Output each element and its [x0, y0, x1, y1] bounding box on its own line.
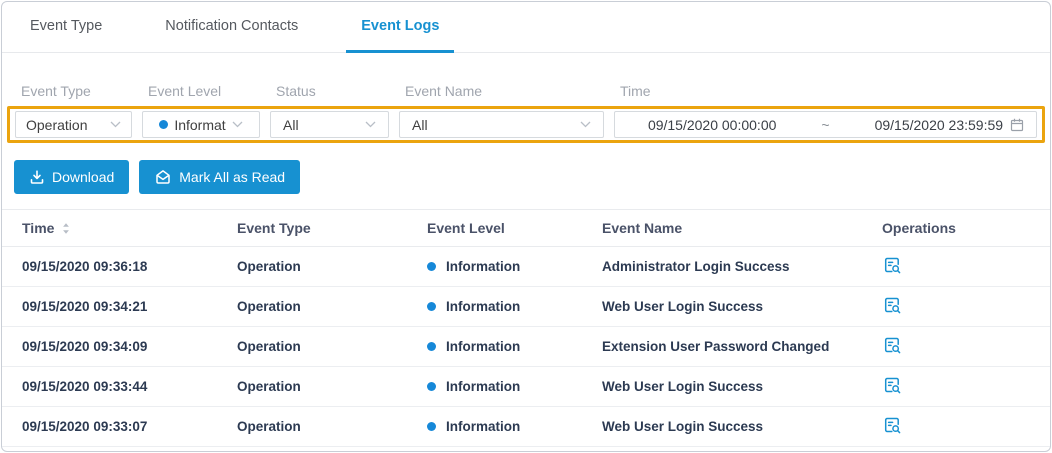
row-event-name: Administrator Login Success	[602, 259, 790, 274]
row-event-type: Operation	[237, 419, 301, 434]
chevron-down-icon	[365, 121, 376, 128]
table-row: 09/15/2020 09:33:44 Operation Informatio…	[2, 367, 1050, 407]
time-range-picker[interactable]: 09/15/2020 00:00:00 ~ 09/15/2020 23:59:5…	[614, 111, 1037, 138]
row-event-type: Operation	[237, 339, 301, 354]
row-time: 09/15/2020 09:33:07	[22, 419, 147, 434]
chevron-down-icon	[110, 121, 121, 128]
event-log-table: Time Event Type Event Level Event Name O…	[2, 209, 1050, 447]
view-log-details-icon[interactable]	[882, 295, 902, 315]
filter-label-status: Status	[270, 83, 399, 99]
info-level-dot-icon	[159, 120, 168, 129]
column-header-event-level: Event Level	[427, 210, 602, 247]
row-time: 09/15/2020 09:36:18	[22, 259, 147, 274]
status-value: All	[283, 117, 299, 133]
table-row: 09/15/2020 09:34:09 Operation Informatio…	[2, 327, 1050, 367]
row-event-name: Extension User Password Changed	[602, 339, 829, 354]
chevron-down-icon	[580, 121, 591, 128]
table-row: 09/15/2020 09:36:18 Operation Informatio…	[2, 247, 1050, 287]
info-level-dot-icon	[427, 342, 436, 351]
row-event-type: Operation	[237, 259, 301, 274]
column-header-event-type: Event Type	[237, 210, 427, 247]
event-name-value: All	[412, 117, 428, 133]
column-header-operations: Operations	[882, 210, 1050, 247]
event-name-select[interactable]: All	[399, 111, 604, 138]
info-level-dot-icon	[427, 302, 436, 311]
tab-event-logs[interactable]: Event Logs	[346, 2, 454, 53]
time-range-separator: ~	[821, 117, 829, 133]
tab-bar: Event Type Notification Contacts Event L…	[2, 2, 1050, 53]
row-event-name: Web User Login Success	[602, 379, 763, 394]
calendar-icon	[1009, 117, 1025, 133]
view-log-details-icon[interactable]	[882, 375, 902, 395]
event-type-select[interactable]: Operation	[15, 111, 132, 138]
event-logs-page: Event Type Notification Contacts Event L…	[1, 1, 1051, 452]
row-time: 09/15/2020 09:34:21	[22, 299, 147, 314]
row-event-name: Web User Login Success	[602, 419, 763, 434]
info-level-dot-icon	[427, 382, 436, 391]
row-event-level: Information	[446, 339, 520, 354]
filter-row-highlight: Operation Informat All All 09/15/2020	[7, 106, 1045, 143]
download-icon	[29, 169, 45, 185]
row-event-type: Operation	[237, 379, 301, 394]
event-level-select[interactable]: Informat	[142, 111, 260, 138]
row-event-level: Information	[446, 259, 520, 274]
mail-open-icon	[154, 168, 172, 186]
row-event-level: Information	[446, 299, 520, 314]
download-button[interactable]: Download	[14, 160, 129, 194]
filter-label-time: Time	[614, 83, 651, 99]
row-event-type: Operation	[237, 299, 301, 314]
table-row: 09/15/2020 09:33:07 Operation Informatio…	[2, 407, 1050, 447]
column-header-event-name: Event Name	[602, 210, 882, 247]
filter-label-event-name: Event Name	[399, 83, 614, 99]
row-event-level: Information	[446, 419, 520, 434]
filter-labels-row: Event Type Event Level Status Event Name…	[15, 83, 1050, 99]
table-header-row: Time Event Type Event Level Event Name O…	[2, 210, 1050, 247]
view-log-details-icon[interactable]	[882, 415, 902, 435]
info-level-dot-icon	[427, 422, 436, 431]
time-range-end: 09/15/2020 23:59:59	[875, 117, 1003, 133]
time-range-start: 09/15/2020 00:00:00	[648, 117, 776, 133]
column-header-time[interactable]: Time	[22, 220, 54, 236]
filter-label-event-type: Event Type	[15, 83, 142, 99]
event-level-value: Informat	[174, 117, 225, 133]
info-level-dot-icon	[427, 262, 436, 271]
mark-all-read-button[interactable]: Mark All as Read	[139, 160, 300, 194]
mark-all-read-label: Mark All as Read	[179, 169, 285, 185]
view-log-details-icon[interactable]	[882, 335, 902, 355]
row-time: 09/15/2020 09:33:44	[22, 379, 147, 394]
tab-notification-contacts[interactable]: Notification Contacts	[150, 2, 313, 53]
table-row: 09/15/2020 09:34:21 Operation Informatio…	[2, 287, 1050, 327]
tab-event-type[interactable]: Event Type	[15, 2, 117, 53]
row-event-level: Information	[446, 379, 520, 394]
view-log-details-icon[interactable]	[882, 255, 902, 275]
row-event-name: Web User Login Success	[602, 299, 763, 314]
filter-label-event-level: Event Level	[142, 83, 270, 99]
chevron-down-icon	[232, 121, 243, 128]
toolbar: Download Mark All as Read	[14, 160, 1050, 194]
status-select[interactable]: All	[270, 111, 389, 138]
event-type-value: Operation	[26, 117, 87, 133]
sort-icon[interactable]	[62, 222, 70, 235]
row-time: 09/15/2020 09:34:09	[22, 339, 147, 354]
download-label: Download	[52, 169, 114, 185]
